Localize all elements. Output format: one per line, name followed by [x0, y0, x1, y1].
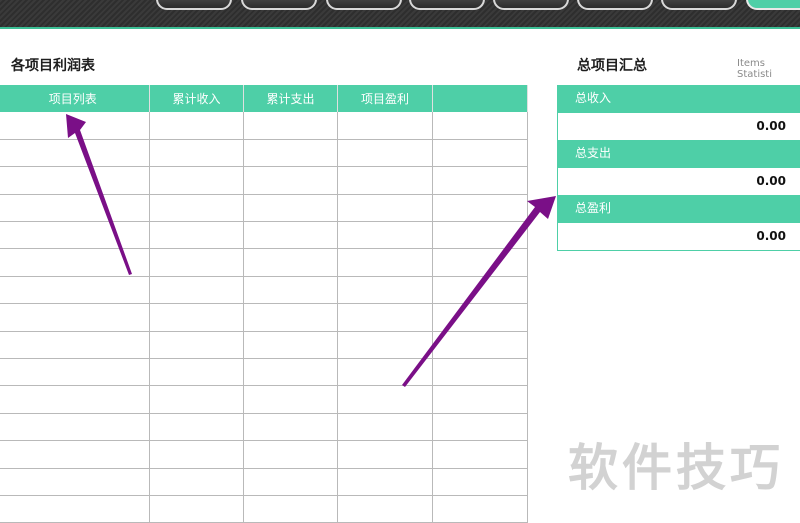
annotation-arrows [66, 114, 556, 387]
arrow-to-project-list [66, 114, 132, 275]
arrow-to-summary [402, 196, 556, 387]
